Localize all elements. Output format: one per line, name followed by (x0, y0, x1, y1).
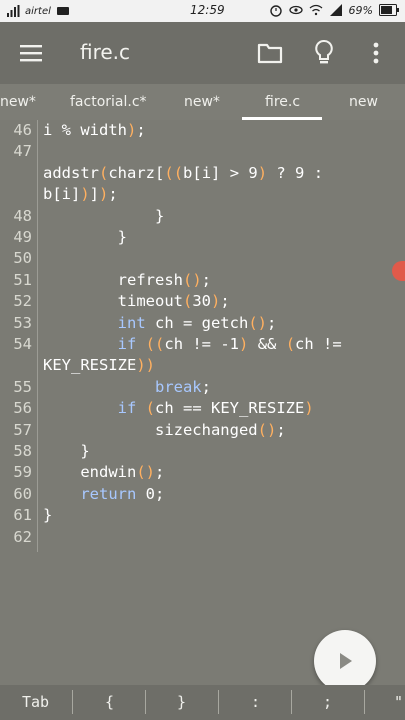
lightbulb-icon[interactable] (312, 38, 336, 66)
eye-icon (288, 5, 303, 15)
key-semicolon[interactable]: ; (323, 693, 332, 711)
code-text: b[i])]); (43, 185, 118, 204)
menu-icon[interactable] (18, 40, 44, 66)
code-line: 46 i % width); (0, 121, 405, 142)
line-number: 50 (13, 249, 32, 268)
line-number: 52 (13, 292, 32, 311)
key-quote[interactable]: " (394, 693, 403, 711)
play-icon (340, 653, 352, 669)
tab-new-3[interactable]: new (349, 94, 378, 110)
status-time: 12:59 (190, 3, 225, 17)
code-text: addstr(charz[((b[i] > 9) ? 9 : (43, 163, 324, 182)
tab-new-2[interactable]: new* (184, 94, 220, 110)
code-line: 49 } (0, 228, 405, 249)
line-number: 46 (13, 121, 32, 139)
code-text: } (43, 206, 165, 225)
scroll-handle[interactable] (392, 261, 405, 281)
line-number: 53 (13, 313, 32, 332)
line-number: 60 (13, 484, 32, 503)
line-number: 55 (13, 377, 32, 396)
key-open-brace[interactable]: { (105, 693, 114, 711)
line-number: 49 (13, 228, 32, 246)
code-text: timeout(30); (43, 292, 230, 311)
key-separator (291, 690, 292, 714)
code-line: addstr(charz[((b[i] > 9) ? 9 : (0, 164, 405, 185)
code-line: 53 int ch = getch(); (0, 314, 405, 335)
run-button[interactable] (314, 630, 376, 692)
carrier-name: airtel (25, 5, 51, 17)
key-tab[interactable]: Tab (22, 693, 49, 711)
key-close-brace[interactable]: } (177, 693, 186, 711)
tab-new-1[interactable]: new* (0, 94, 36, 110)
code-text: if ((ch != -1) && (ch != (117, 335, 342, 353)
tab-bar: new* factorial.c* new* fire.c new (0, 84, 405, 120)
code-text: break; (154, 377, 211, 396)
status-left: airtel (6, 4, 70, 18)
line-number: 47 (13, 142, 32, 161)
sms-icon (56, 7, 69, 15)
cellular-icon (329, 4, 342, 16)
code-line: 50 (0, 249, 405, 270)
tab-fire[interactable]: fire.c (265, 94, 300, 110)
app-bar: fire.c (0, 22, 405, 84)
code-line: 47 (0, 142, 405, 163)
line-number: 56 (13, 399, 32, 418)
key-separator (364, 690, 365, 714)
code-text: sizechanged(); (43, 420, 286, 439)
key-separator (72, 690, 73, 714)
code-text: return 0; (80, 484, 165, 503)
app-title: fire.c (80, 40, 131, 64)
signal-icon (7, 5, 20, 17)
code-text: endwin(); (43, 463, 165, 482)
key-separator (218, 690, 219, 714)
code-line: 58 } (0, 442, 405, 463)
code-text: KEY_RESIZE)) (43, 356, 156, 375)
status-right: 69% (269, 3, 399, 17)
code-text: int ch = getch(); (117, 313, 277, 332)
code-line: 48 } (0, 207, 405, 228)
code-text: if (ch == KEY_RESIZE) (117, 399, 314, 418)
folder-icon[interactable] (257, 40, 283, 66)
code-line: 56 if (ch == KEY_RESIZE) (0, 399, 405, 420)
extra-keys-bar: Tab { } : ; " (0, 685, 405, 720)
alarm-icon (269, 5, 282, 17)
more-vert-icon[interactable] (366, 40, 386, 66)
line-number: 62 (13, 527, 32, 546)
line-number: 48 (13, 206, 32, 225)
wifi-icon (309, 4, 322, 16)
code-text: i % width); (43, 121, 146, 139)
code-text: refresh(); (43, 270, 212, 289)
code-text: } (43, 442, 90, 460)
line-number: 57 (13, 420, 32, 439)
line-number: 51 (13, 270, 32, 289)
code-line: 60 return 0; (0, 485, 405, 506)
code-editor[interactable]: 46 i % width); 47 addstr(charz[((b[i] > 9) … (0, 120, 405, 685)
code-text: } (43, 228, 127, 246)
battery-percent: 69% (348, 3, 373, 17)
battery-icon (379, 4, 399, 16)
code-line: KEY_RESIZE)) (0, 356, 405, 377)
line-number: 61 (13, 506, 32, 525)
code-line: 51 refresh(); (0, 271, 405, 292)
line-number: 58 (13, 442, 32, 460)
code-line: 59 endwin(); (0, 463, 405, 484)
code-line: 54 if ((ch != -1) && (ch != (0, 335, 405, 356)
code-line: b[i])]); (0, 185, 405, 206)
line-number: 54 (13, 335, 32, 353)
code-text: } (43, 506, 53, 525)
code-line: 62 (0, 528, 405, 549)
code-line: 52 timeout(30); (0, 292, 405, 313)
status-bar: airtel 12:59 69% (0, 0, 405, 22)
code-line: 57 sizechanged(); (0, 421, 405, 442)
code-line: 55 break; (0, 378, 405, 399)
key-separator (145, 690, 146, 714)
key-colon[interactable]: : (251, 693, 260, 711)
tab-factorial[interactable]: factorial.c* (70, 94, 147, 110)
line-number: 59 (13, 463, 32, 482)
code-line: 61} (0, 506, 405, 527)
